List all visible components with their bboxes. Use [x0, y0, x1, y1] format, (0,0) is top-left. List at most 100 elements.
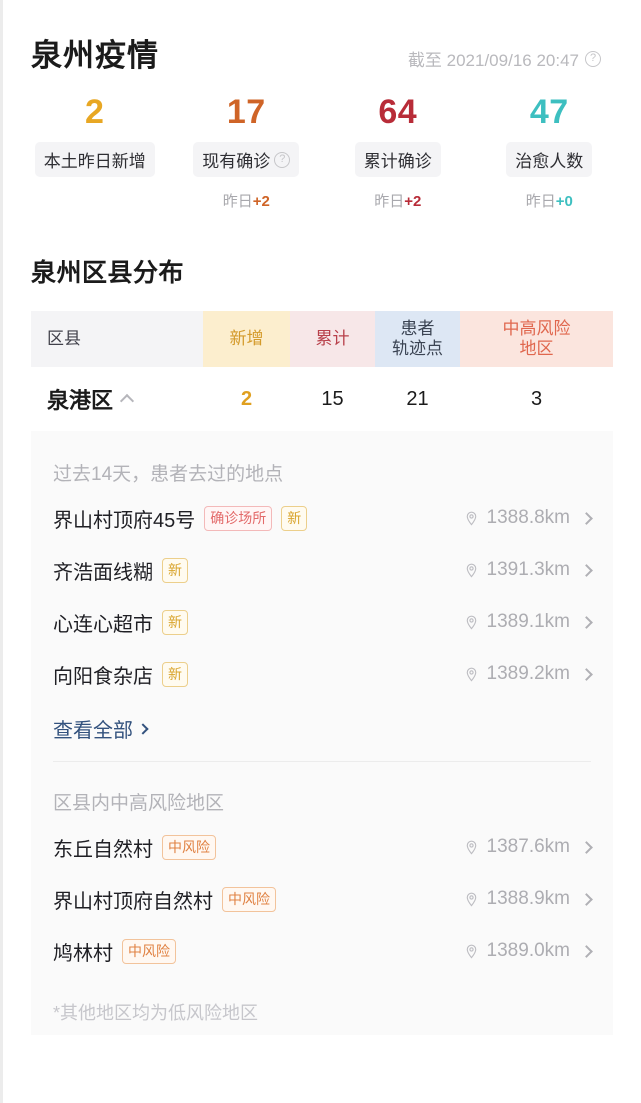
place-distance: 1388.8km	[486, 507, 570, 529]
place-distance: 1389.1km	[486, 611, 570, 633]
stat-delta-prefix: 昨日	[222, 193, 253, 211]
list-item[interactable]: 齐浩面线糊 新 1391.3km	[53, 544, 593, 596]
chevron-right-icon[interactable]	[580, 563, 593, 577]
chevron-right-icon	[137, 722, 149, 735]
district-risk-areas: 3	[530, 387, 543, 410]
column-header-risk-area: 中高风险 地区	[460, 311, 613, 368]
stat-delta-value: +0	[555, 193, 573, 211]
chevron-right-icon[interactable]	[580, 615, 593, 629]
new-badge: 新	[162, 557, 188, 583]
column-header-risk-area-line1: 中高风险	[502, 319, 571, 339]
location-pin-icon	[464, 840, 479, 855]
stat-value: 64	[378, 93, 418, 131]
place-name: 齐浩面线糊	[53, 561, 153, 584]
stat-label-text: 现有确诊	[202, 152, 271, 172]
stat-value: 2	[85, 93, 105, 131]
column-header-risk-area-line2: 地区	[519, 339, 554, 359]
place-distance-group: 1389.1km	[464, 611, 593, 633]
list-item[interactable]: 界山村顶府45号 确诊场所 新 1388.8km	[53, 492, 593, 544]
column-header-total: 累计	[290, 311, 375, 368]
page-header: 泉州疫情 截至 2021/09/16 20:47 ?	[3, 0, 641, 75]
stat-card-current-confirmed: 17 现有确诊 ? 昨日+2	[171, 93, 323, 211]
place-name: 心连心超市	[53, 613, 153, 636]
column-header-patient-track: 患者 轨迹点	[375, 311, 460, 368]
risk-area-name: 东丘自然村	[53, 838, 153, 861]
stat-card-total-confirmed: 64 累计确诊 昨日+2	[322, 93, 474, 211]
see-all-label: 查看全部	[53, 720, 133, 743]
update-timestamp: 截至 2021/09/16 20:47 ?	[408, 46, 613, 71]
location-pin-icon	[464, 944, 479, 959]
risk-area-distance: 1387.6km	[486, 836, 570, 858]
location-pin-icon	[464, 667, 479, 682]
chevron-right-icon[interactable]	[580, 511, 593, 525]
place-distance: 1389.2km	[486, 663, 570, 685]
column-header-region: 区县	[31, 311, 203, 368]
question-circle-icon[interactable]: ?	[585, 50, 601, 67]
chevron-right-icon[interactable]	[580, 944, 593, 958]
stat-card-recovered: 47 治愈人数 昨日+0	[474, 93, 626, 211]
list-item[interactable]: 向阳食杂店 新 1389.2km	[53, 648, 593, 700]
place-distance-group: 1389.2km	[464, 663, 593, 685]
visited-places-list: 界山村顶府45号 确诊场所 新 1388.8km 齐浩面线糊 新 1391.3k…	[31, 492, 613, 700]
stat-label-text: 本土昨日新增	[43, 152, 146, 172]
chevron-up-icon[interactable]	[119, 393, 135, 408]
page-title: 泉州疫情	[31, 38, 159, 73]
stat-value: 47	[529, 93, 569, 131]
status-badge: 确诊场所	[204, 505, 273, 531]
district-track-points: 21	[406, 387, 429, 410]
chevron-right-icon[interactable]	[580, 840, 593, 854]
stat-delta: 昨日+2	[223, 190, 270, 211]
stat-value: 17	[226, 93, 266, 131]
stat-delta-value: +2	[404, 193, 422, 211]
list-item[interactable]: 界山村顶府自然村 中风险 1388.9km	[53, 873, 593, 925]
new-badge: 新	[162, 661, 188, 687]
see-all-link[interactable]: 查看全部	[31, 700, 613, 759]
district-new-cases: 2	[240, 387, 253, 410]
column-header-patient-track-line2: 轨迹点	[392, 339, 443, 359]
location-pin-icon	[464, 892, 479, 907]
district-table: 区县 新增 累计 患者 轨迹点 中高风险 地区 泉港区 2 15 21 3	[31, 311, 613, 431]
list-item[interactable]: 心连心超市 新 1389.1km	[53, 596, 593, 648]
stat-label: 本土昨日新增	[34, 142, 155, 178]
risk-areas-header: 区县内中高风险地区	[53, 793, 225, 815]
table-row[interactable]: 泉港区 2 15 21 3	[31, 367, 613, 431]
column-header-patient-track-line1: 患者	[400, 319, 435, 339]
place-distance: 1391.3km	[486, 559, 570, 581]
question-circle-icon[interactable]: ?	[274, 151, 291, 168]
new-badge: 新	[281, 505, 308, 531]
place-distance-group: 1388.8km	[464, 507, 593, 529]
stat-card-local-new: 2 本土昨日新增 昨日+0	[19, 93, 171, 211]
stat-delta: 昨日+2	[374, 190, 421, 211]
stat-delta-value: +2	[252, 193, 270, 211]
district-name-cell[interactable]: 泉港区	[31, 383, 203, 415]
district-section-title: 泉州区县分布	[31, 259, 185, 288]
stat-label: 累计确诊	[354, 142, 441, 178]
list-item[interactable]: 东丘自然村 中风险 1387.6km	[53, 821, 593, 873]
stat-label-text: 治愈人数	[515, 152, 584, 172]
risk-level-badge: 中风险	[122, 938, 176, 964]
risk-area-distance-group: 1388.9km	[464, 888, 593, 910]
place-name: 界山村顶府45号	[53, 509, 196, 532]
column-header-new: 新增	[203, 311, 290, 368]
risk-area-name: 界山村顶府自然村	[53, 890, 213, 913]
location-pin-icon	[464, 615, 479, 630]
stat-label: 现有确诊 ?	[193, 142, 300, 178]
new-badge: 新	[162, 609, 188, 635]
place-name: 向阳食杂店	[53, 665, 153, 688]
chevron-right-icon[interactable]	[580, 667, 593, 681]
stat-label-text: 累计确诊	[363, 152, 432, 172]
timestamp-text: 截至 2021/09/16 20:47	[407, 51, 579, 70]
district-total-cases: 15	[321, 387, 344, 410]
chevron-right-icon[interactable]	[580, 892, 593, 906]
risk-level-badge: 中风险	[222, 886, 276, 912]
risk-level-badge: 中风险	[162, 834, 216, 860]
list-item[interactable]: 鸠林村 中风险 1389.0km	[53, 925, 593, 977]
stats-row: 2 本土昨日新增 昨日+0 17 现有确诊 ? 昨日+2 64 累计确诊	[3, 75, 641, 211]
table-header-row: 区县 新增 累计 患者 轨迹点 中高风险 地区	[31, 311, 613, 368]
district-detail-panel: 过去14天，患者去过的地点 界山村顶府45号 确诊场所 新 1388.8km 齐…	[31, 431, 613, 1036]
location-pin-icon	[464, 563, 479, 578]
stat-label: 治愈人数	[506, 142, 593, 178]
stat-delta-prefix: 昨日	[374, 193, 405, 211]
epidemic-info-page: 泉州疫情 截至 2021/09/16 20:47 ? 2 本土昨日新增 昨日+0…	[0, 0, 641, 1103]
district-name: 泉港区	[47, 388, 114, 414]
